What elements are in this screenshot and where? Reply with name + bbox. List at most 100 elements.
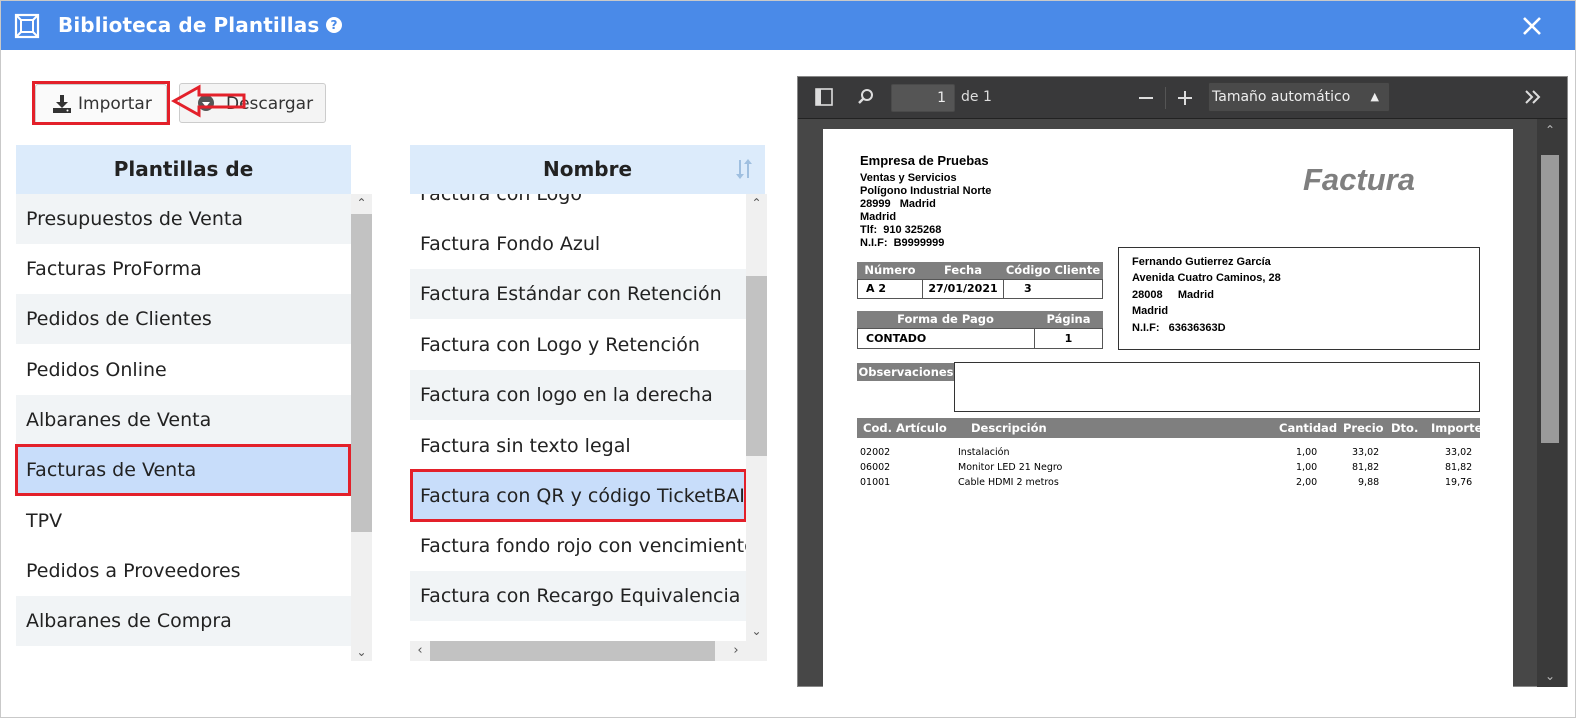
meta-value: 3 (1003, 279, 1103, 299)
client-line: Madrid (1132, 305, 1169, 317)
search-icon[interactable] (857, 88, 875, 106)
company-line: N.I.F: B9999999 (860, 237, 945, 249)
scroll-up-icon[interactable]: ⌃ (351, 194, 372, 212)
line-desc: Instalación (958, 447, 1010, 458)
list-item[interactable]: Pedidos de Clientes (16, 294, 351, 344)
payment-header: Página (1034, 311, 1103, 328)
zoom-select[interactable]: Tamaño automático ▲ (1208, 82, 1390, 112)
table-header: Cantidad (1279, 421, 1338, 435)
client-line: Avenida Cuatro Caminos, 28 (1132, 272, 1281, 284)
company-line: Polígono Industrial Norte (860, 185, 992, 197)
list-item-selected[interactable]: Factura con QR y código TicketBAI (410, 471, 746, 521)
template-names-scrollbar[interactable]: ⌃ ⌄ (746, 194, 767, 641)
line-desc: Monitor LED 21 Negro (958, 462, 1063, 473)
list-item[interactable]: Factura con Recargo Equivalencia (410, 571, 746, 621)
company-line: Madrid (860, 211, 897, 223)
list-item[interactable]: Albaranes de Venta (16, 395, 351, 445)
template-names-hscrollbar[interactable]: ‹ › (410, 641, 767, 661)
meta-header: Número (857, 262, 923, 279)
list-item[interactable]: Factura con Logo (410, 194, 746, 219)
meta-header: Fecha (923, 262, 1003, 279)
scroll-left-icon[interactable]: ‹ (410, 641, 430, 661)
company-line: Ventas y Servicios (860, 172, 957, 184)
page-number-input[interactable]: 1 (891, 84, 955, 112)
table-header: Cod. Artículo (863, 421, 947, 435)
scroll-right-icon[interactable]: › (726, 641, 746, 661)
company-line: Tlf: 910 325268 (860, 224, 942, 236)
import-button[interactable]: Importar (35, 84, 167, 124)
template-types-header[interactable]: Plantillas de (16, 145, 351, 194)
template-library-dialog: Biblioteca de Plantillas ? Importar Desc… (0, 0, 1576, 718)
scrollbar-thumb[interactable] (1541, 155, 1559, 443)
scrollbar-thumb[interactable] (430, 641, 715, 661)
template-types-list: Presupuestos de Venta Facturas ProForma … (16, 194, 351, 661)
client-line: N.I.F: 63636363D (1132, 322, 1226, 334)
line-code: 06002 (860, 462, 891, 473)
client-line: Fernando Gutierrez García (1132, 256, 1271, 268)
list-item[interactable]: Facturas ProForma (16, 244, 351, 294)
list-item[interactable]: Factura sin texto legal (410, 421, 746, 471)
scroll-up-icon[interactable]: ⌃ (746, 194, 767, 212)
sidebar-toggle-icon[interactable] (815, 88, 833, 106)
observations-box (954, 362, 1480, 412)
list-item[interactable]: Factura con logo en la derecha (410, 370, 746, 420)
dialog-titlebar: Biblioteca de Plantillas ? (1, 1, 1575, 50)
line-qty: 1,00 (1296, 447, 1318, 458)
list-item[interactable]: Pedidos a Proveedores (16, 546, 351, 596)
line-desc: Cable HDMI 2 metros (958, 477, 1059, 488)
document-title: Factura (1303, 162, 1415, 197)
zoom-out-icon[interactable] (1138, 90, 1154, 106)
line-total: 33,02 (1445, 447, 1473, 458)
scrollbar-thumb[interactable] (746, 276, 767, 456)
template-name-header[interactable]: Nombre (410, 145, 765, 194)
payment-value: CONTADO (857, 328, 1035, 349)
list-item[interactable]: Factura Fondo Azul (410, 219, 746, 269)
list-item-selected[interactable]: Facturas de Venta (16, 445, 351, 495)
list-item[interactable]: Factura con Logo y Retención (410, 320, 746, 370)
scroll-up-icon[interactable]: ⌃ (1541, 121, 1559, 139)
client-line: 28008 Madrid (1132, 289, 1214, 301)
template-types-scrollbar[interactable]: ⌃ ⌄ (351, 194, 372, 661)
import-button-label: Importar (78, 94, 152, 114)
sort-icon[interactable] (734, 158, 754, 180)
line-price: 81,82 (1352, 462, 1380, 473)
table-header: Descripción (971, 421, 1047, 435)
template-names-list: Factura con Logo Factura Fondo Azul Fact… (410, 194, 746, 641)
pdf-page: Empresa de Pruebas Ventas y Servicios Po… (823, 129, 1513, 699)
line-total: 81,82 (1445, 462, 1473, 473)
list-item[interactable]: Factura Estándar con Retención (410, 269, 746, 319)
meta-value: 27/01/2021 (922, 279, 1004, 299)
list-item[interactable]: Pedidos Online (16, 345, 351, 395)
pdf-viewer: 1 de 1 Tamaño automático ▲ Empresa de Pr… (797, 76, 1568, 699)
annotation-arrow (171, 84, 246, 118)
scroll-down-icon[interactable]: ⌄ (351, 643, 372, 661)
observations-label: Observaciones (857, 363, 955, 381)
close-icon[interactable] (1520, 14, 1544, 38)
list-item[interactable]: TPV (16, 496, 351, 546)
meta-value: A 2 (857, 279, 923, 299)
page-count: de 1 (961, 89, 992, 105)
table-header: Importe (1431, 421, 1483, 435)
list-item[interactable]: Albaranes de Compra (16, 596, 351, 646)
line-qty: 1,00 (1296, 462, 1318, 473)
import-icon (53, 95, 71, 113)
scrollbar-thumb[interactable] (351, 214, 372, 532)
help-icon[interactable]: ? (326, 17, 342, 33)
pdf-scrollbar[interactable]: ⌃ ⌄ (1537, 119, 1567, 687)
table-header: Precio (1343, 421, 1384, 435)
scroll-down-icon[interactable]: ⌄ (1541, 667, 1559, 685)
zoom-in-icon[interactable] (1177, 90, 1193, 106)
items-header-bar (857, 418, 1480, 438)
list-item[interactable]: Presupuestos de Venta (16, 194, 351, 244)
line-price: 33,02 (1352, 447, 1380, 458)
scroll-down-icon[interactable]: ⌄ (746, 622, 767, 640)
line-qty: 2,00 (1296, 477, 1318, 488)
payment-header: Forma de Pago (857, 311, 1034, 328)
table-header: Dto. (1391, 421, 1419, 435)
page-value: 1 (1034, 328, 1103, 349)
toolbar-separator (1165, 87, 1166, 109)
tools-menu-icon[interactable] (1524, 88, 1542, 106)
pdf-toolbar: 1 de 1 Tamaño automático ▲ (798, 77, 1567, 119)
chevron-updown-icon: ▲ (1370, 90, 1379, 103)
list-item[interactable]: Factura fondo rojo con vencimiento (410, 521, 746, 571)
